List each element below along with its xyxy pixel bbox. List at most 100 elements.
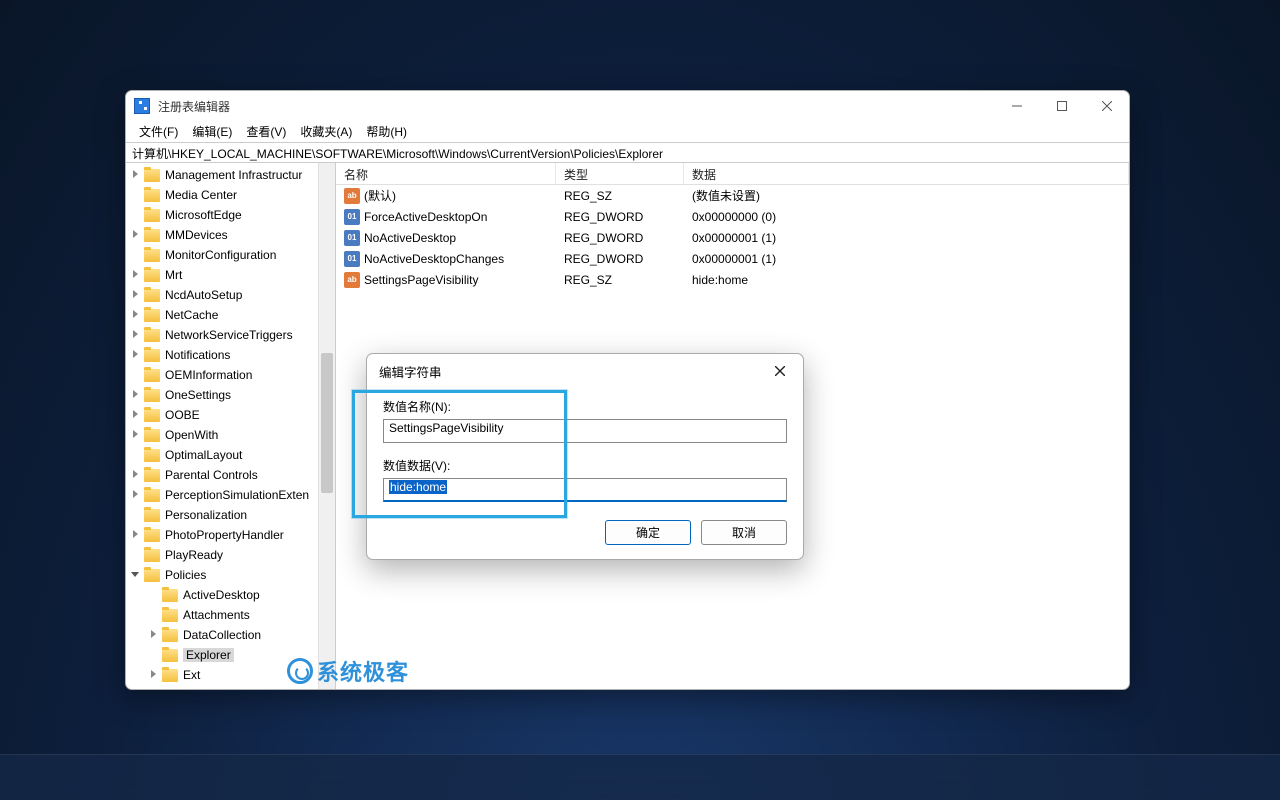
tree-item[interactable]: Policies (126, 565, 318, 585)
chevron-right-icon[interactable] (130, 429, 142, 441)
col-data[interactable]: 数据 (684, 163, 1129, 184)
chevron-right-icon[interactable] (130, 289, 142, 301)
menu-edit[interactable]: 编辑(E) (185, 121, 239, 142)
chevron-none (130, 549, 142, 561)
chevron-right-icon[interactable] (148, 669, 160, 681)
chevron-right-icon[interactable] (130, 329, 142, 341)
chevron-right-icon[interactable] (130, 469, 142, 481)
value-type: REG_DWORD (556, 231, 684, 245)
tree-item[interactable]: PerceptionSimulationExten (126, 485, 318, 505)
taskbar[interactable] (0, 754, 1280, 800)
folder-icon (162, 589, 178, 602)
value-data: hide:home (684, 273, 1129, 287)
chevron-none (148, 609, 160, 621)
chevron-right-icon[interactable] (130, 309, 142, 321)
chevron-right-icon[interactable] (130, 389, 142, 401)
menu-help[interactable]: 帮助(H) (359, 121, 414, 142)
maximize-button[interactable] (1039, 91, 1084, 121)
tree-item[interactable]: NetCache (126, 305, 318, 325)
col-type[interactable]: 类型 (556, 163, 684, 184)
tree-item[interactable]: NcdAutoSetup (126, 285, 318, 305)
menu-view[interactable]: 查看(V) (239, 121, 293, 142)
tree-item[interactable]: OptimalLayout (126, 445, 318, 465)
chevron-right-icon[interactable] (130, 529, 142, 541)
chevron-right-icon[interactable] (130, 229, 142, 241)
folder-icon (144, 189, 160, 202)
minimize-button[interactable] (994, 91, 1039, 121)
tree-item-label: Notifications (165, 348, 230, 362)
chevron-none (148, 649, 160, 661)
value-row[interactable]: 01NoActiveDesktopREG_DWORD0x00000001 (1) (336, 227, 1129, 248)
tree-item[interactable]: PhotoPropertyHandler (126, 525, 318, 545)
folder-icon (144, 209, 160, 222)
regedit-icon (134, 98, 150, 114)
tree-item[interactable]: MonitorConfiguration (126, 245, 318, 265)
folder-icon (162, 629, 178, 642)
value-name: (默认) (364, 187, 396, 204)
address-bar[interactable]: 计算机\HKEY_LOCAL_MACHINE\SOFTWARE\Microsof… (126, 142, 1129, 163)
values-pane: 名称 类型 数据 ab(默认)REG_SZ(数值未设置)01ForceActiv… (336, 163, 1129, 689)
tree-scrollbar[interactable] (318, 163, 335, 689)
value-row[interactable]: 01ForceActiveDesktopOnREG_DWORD0x0000000… (336, 206, 1129, 227)
tree-item-label: Media Center (165, 188, 237, 202)
cancel-button[interactable]: 取消 (701, 520, 787, 545)
chevron-right-icon[interactable] (148, 629, 160, 641)
tree-item[interactable]: DataCollection (126, 625, 318, 645)
tree-item[interactable]: Attachments (126, 605, 318, 625)
chevron-right-icon[interactable] (130, 409, 142, 421)
tree-item[interactable]: OEMInformation (126, 365, 318, 385)
menu-file[interactable]: 文件(F) (132, 121, 185, 142)
chevron-down-icon[interactable] (130, 569, 142, 581)
tree-item[interactable]: MMDevices (126, 225, 318, 245)
folder-icon (144, 229, 160, 242)
value-type: REG_DWORD (556, 252, 684, 266)
tree-item[interactable]: Media Center (126, 185, 318, 205)
folder-icon (144, 509, 160, 522)
folder-icon (144, 289, 160, 302)
value-row[interactable]: abSettingsPageVisibilityREG_SZhide:home (336, 269, 1129, 290)
tree-item[interactable]: Mrt (126, 265, 318, 285)
tree-item[interactable]: ActiveDesktop (126, 585, 318, 605)
tree-item-label: Parental Controls (165, 468, 258, 482)
tree-item[interactable]: NetworkServiceTriggers (126, 325, 318, 345)
chevron-right-icon[interactable] (130, 489, 142, 501)
folder-icon (144, 169, 160, 182)
value-name: NoActiveDesktop (364, 231, 456, 245)
tree-item[interactable]: OpenWith (126, 425, 318, 445)
tree-item-label: Personalization (165, 508, 247, 522)
close-button[interactable] (1084, 91, 1129, 121)
tree-item[interactable]: Personalization (126, 505, 318, 525)
value-name-input[interactable]: SettingsPageVisibility (383, 419, 787, 443)
chevron-right-icon[interactable] (130, 169, 142, 181)
tree-item-label: Ext (183, 668, 200, 682)
chevron-none (130, 209, 142, 221)
tree-item[interactable]: OOBE (126, 405, 318, 425)
value-row[interactable]: 01NoActiveDesktopChangesREG_DWORD0x00000… (336, 248, 1129, 269)
tree-item[interactable]: OneSettings (126, 385, 318, 405)
tree-item-label: NcdAutoSetup (165, 288, 242, 302)
tree-item[interactable]: PlayReady (126, 545, 318, 565)
ok-button[interactable]: 确定 (605, 520, 691, 545)
chevron-right-icon[interactable] (130, 269, 142, 281)
value-type: REG_SZ (556, 273, 684, 287)
col-name[interactable]: 名称 (336, 163, 556, 184)
value-data-input[interactable]: hide:home (383, 478, 787, 502)
window-title: 注册表编辑器 (158, 98, 994, 115)
menu-favorites[interactable]: 收藏夹(A) (293, 121, 359, 142)
tree-item[interactable]: Management Infrastructur (126, 165, 318, 185)
tree-item[interactable]: Notifications (126, 345, 318, 365)
value-name: SettingsPageVisibility (364, 273, 479, 287)
value-type: REG_DWORD (556, 210, 684, 224)
chevron-none (130, 509, 142, 521)
tree-item-label: NetCache (165, 308, 218, 322)
chevron-none (130, 369, 142, 381)
tree-item[interactable]: MicrosoftEdge (126, 205, 318, 225)
values-header: 名称 类型 数据 (336, 163, 1129, 185)
value-type: REG_SZ (556, 189, 684, 203)
tree-item[interactable]: Parental Controls (126, 465, 318, 485)
chevron-right-icon[interactable] (130, 349, 142, 361)
dword-value-icon: 01 (344, 251, 360, 267)
dialog-close-button[interactable] (769, 360, 791, 382)
dword-value-icon: 01 (344, 209, 360, 225)
value-row[interactable]: ab(默认)REG_SZ(数值未设置) (336, 185, 1129, 206)
